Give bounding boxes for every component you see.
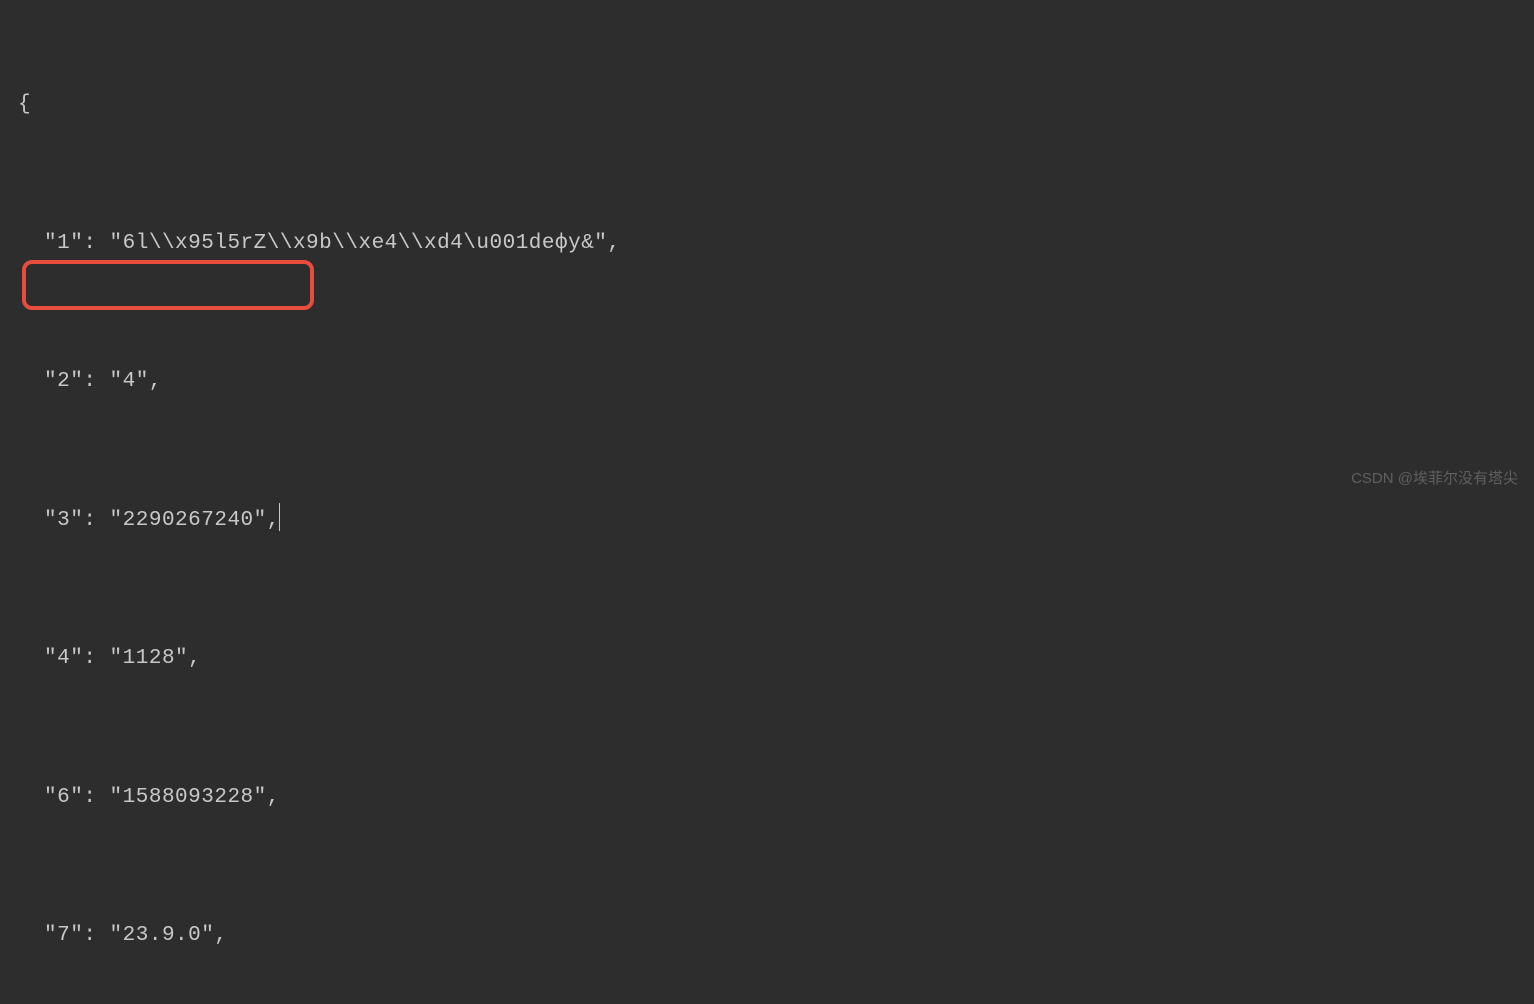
json-value: "4" bbox=[110, 370, 149, 393]
json-value: "1588093228" bbox=[110, 786, 267, 809]
json-comma: , bbox=[214, 924, 227, 947]
json-value: "23.9.0" bbox=[110, 924, 215, 947]
json-value: "2290267240" bbox=[110, 509, 267, 532]
json-colon: : bbox=[83, 509, 109, 532]
json-key: "6" bbox=[44, 786, 83, 809]
watermark-attribution: CSDN @埃菲尔没有塔尖 bbox=[1351, 468, 1518, 491]
code-editor[interactable]: { "1": "6l\\x95l5rZ\\x9b\\xe4\\xd4\u001d… bbox=[18, 20, 1516, 1004]
json-colon: : bbox=[83, 924, 109, 947]
json-key: "1" bbox=[44, 232, 83, 255]
brace-open: { bbox=[18, 83, 1516, 127]
json-entry-7: "7": "23.9.0", bbox=[18, 914, 1516, 958]
json-entry-4: "4": "1128", bbox=[18, 637, 1516, 681]
json-value: "6l\\x95l5rZ\\x9b\\xe4\\xd4\u001deфy&" bbox=[110, 232, 608, 255]
json-colon: : bbox=[83, 647, 109, 670]
json-key: "3" bbox=[44, 509, 83, 532]
json-entry-6: "6": "1588093228", bbox=[18, 776, 1516, 820]
json-colon: : bbox=[83, 786, 109, 809]
json-entry-2: "2": "4", bbox=[18, 360, 1516, 404]
text-cursor bbox=[279, 503, 280, 531]
json-key: "2" bbox=[44, 370, 83, 393]
json-comma: , bbox=[267, 786, 280, 809]
json-key: "7" bbox=[44, 924, 83, 947]
json-colon: : bbox=[83, 232, 109, 255]
json-comma: , bbox=[149, 370, 162, 393]
json-comma: , bbox=[188, 647, 201, 670]
json-entry-3: "3": "2290267240", bbox=[18, 499, 1516, 543]
json-entry-1: "1": "6l\\x95l5rZ\\x9b\\xe4\\xd4\u001deф… bbox=[18, 222, 1516, 266]
json-value: "1128" bbox=[110, 647, 189, 670]
json-comma: , bbox=[607, 232, 620, 255]
json-key: "4" bbox=[44, 647, 83, 670]
json-colon: : bbox=[83, 370, 109, 393]
